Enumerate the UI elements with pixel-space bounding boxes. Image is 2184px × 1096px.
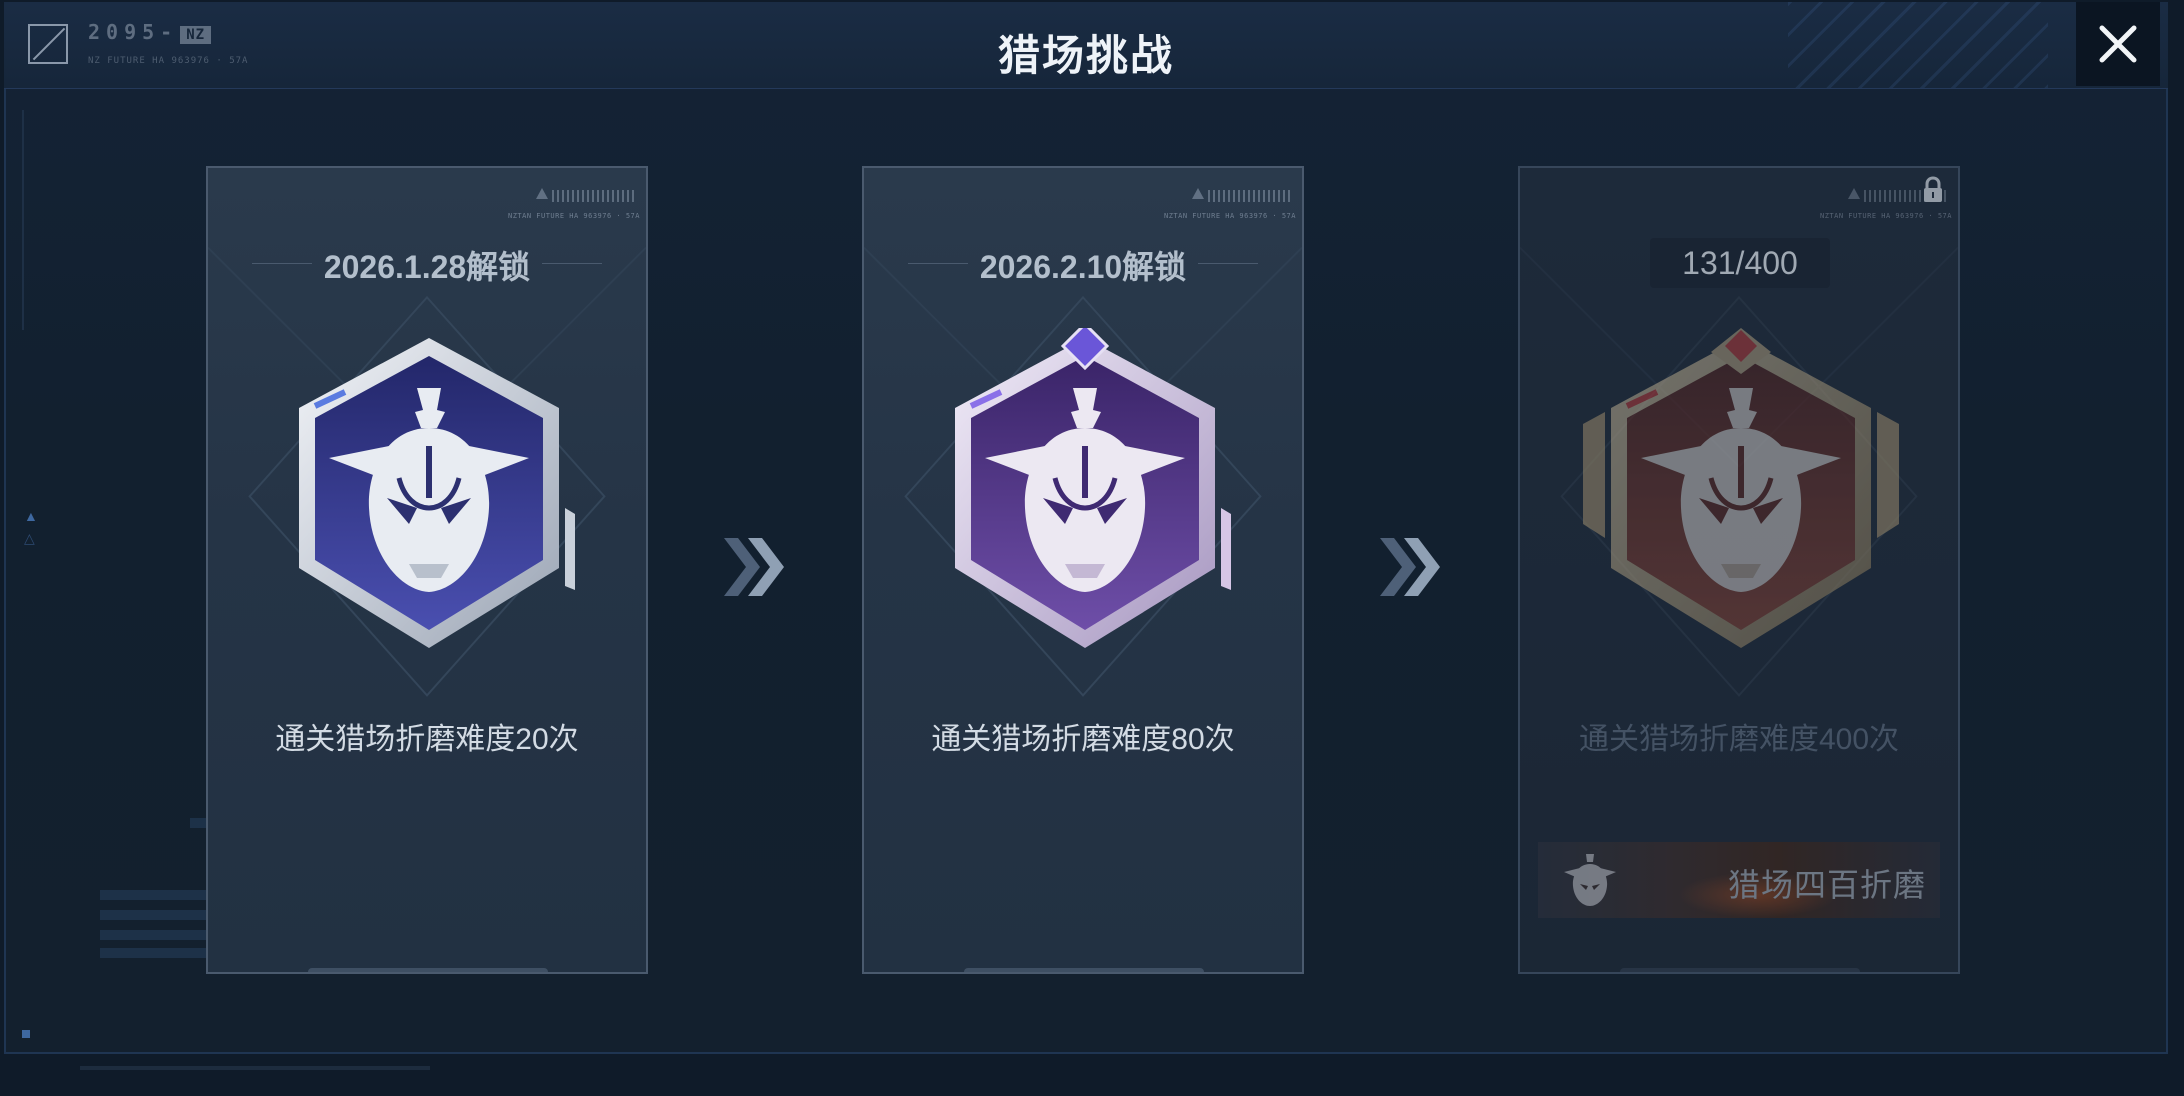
hud-square-icon	[22, 1030, 30, 1038]
lock-icon	[1924, 176, 1942, 202]
card-microtext: NZTAN FUTURE HA 963976 · 57A	[1163, 212, 1296, 220]
page-title: 猎场挑战	[997, 32, 1174, 79]
up-arrow-icon: ▲	[24, 508, 38, 524]
header-bar: 2095- NZ NZ FUTURE HA 963976 · 57A 猎场挑战	[4, 2, 2168, 89]
barcode	[552, 190, 636, 202]
unlock-date: 2026.2.10解锁	[979, 249, 1187, 285]
reward-label: 猎场四百折磨	[1727, 867, 1926, 903]
achievement-card-1[interactable]: NZTAN FUTURE HA 963976 · 57A 2026.1.28解锁…	[206, 166, 648, 974]
reward-banner[interactable]: 猎场四百折磨	[1538, 842, 1940, 918]
achievement-card-3[interactable]: NZTAN FUTURE HA 963976 · 57A 131/400 通关猎…	[1518, 166, 1960, 974]
barcode	[1208, 190, 1292, 202]
blue-medal-icon	[299, 338, 575, 648]
close-icon	[2099, 25, 2137, 63]
achievement-description: 通关猎场折磨难度80次	[931, 723, 1235, 756]
mask-emblem-icon	[1564, 854, 1616, 906]
card-tab	[308, 968, 548, 972]
warning-triangle-icon	[1848, 188, 1860, 199]
bottom-strip	[80, 1066, 430, 1070]
up-arrow-outline-icon: △	[24, 530, 35, 546]
purple-medal-icon	[955, 328, 1231, 648]
card-tab	[964, 968, 1204, 972]
side-ruler	[22, 110, 34, 330]
achievement-card-2[interactable]: NZTAN FUTURE HA 963976 · 57A 2026.2.10解锁…	[862, 166, 1304, 974]
card-microtext: NZTAN FUTURE HA 963976 · 57A	[1819, 212, 1952, 220]
achievement-description: 通关猎场折磨难度400次	[1578, 723, 1900, 756]
progress-counter: 131/400	[1650, 238, 1830, 288]
warning-triangle-icon	[1192, 188, 1204, 199]
warning-triangle-icon	[536, 188, 548, 199]
close-button[interactable]	[2076, 2, 2160, 86]
achievement-description: 通关猎场折磨难度20次	[275, 723, 579, 756]
double-chevron-right-icon	[724, 538, 784, 596]
double-chevron-right-icon	[1380, 538, 1440, 596]
card-microtext: NZTAN FUTURE HA 963976 · 57A	[507, 212, 640, 220]
card-tab	[1620, 968, 1860, 972]
red-medal-icon	[1583, 328, 1899, 648]
unlock-date: 2026.1.28解锁	[323, 249, 531, 285]
